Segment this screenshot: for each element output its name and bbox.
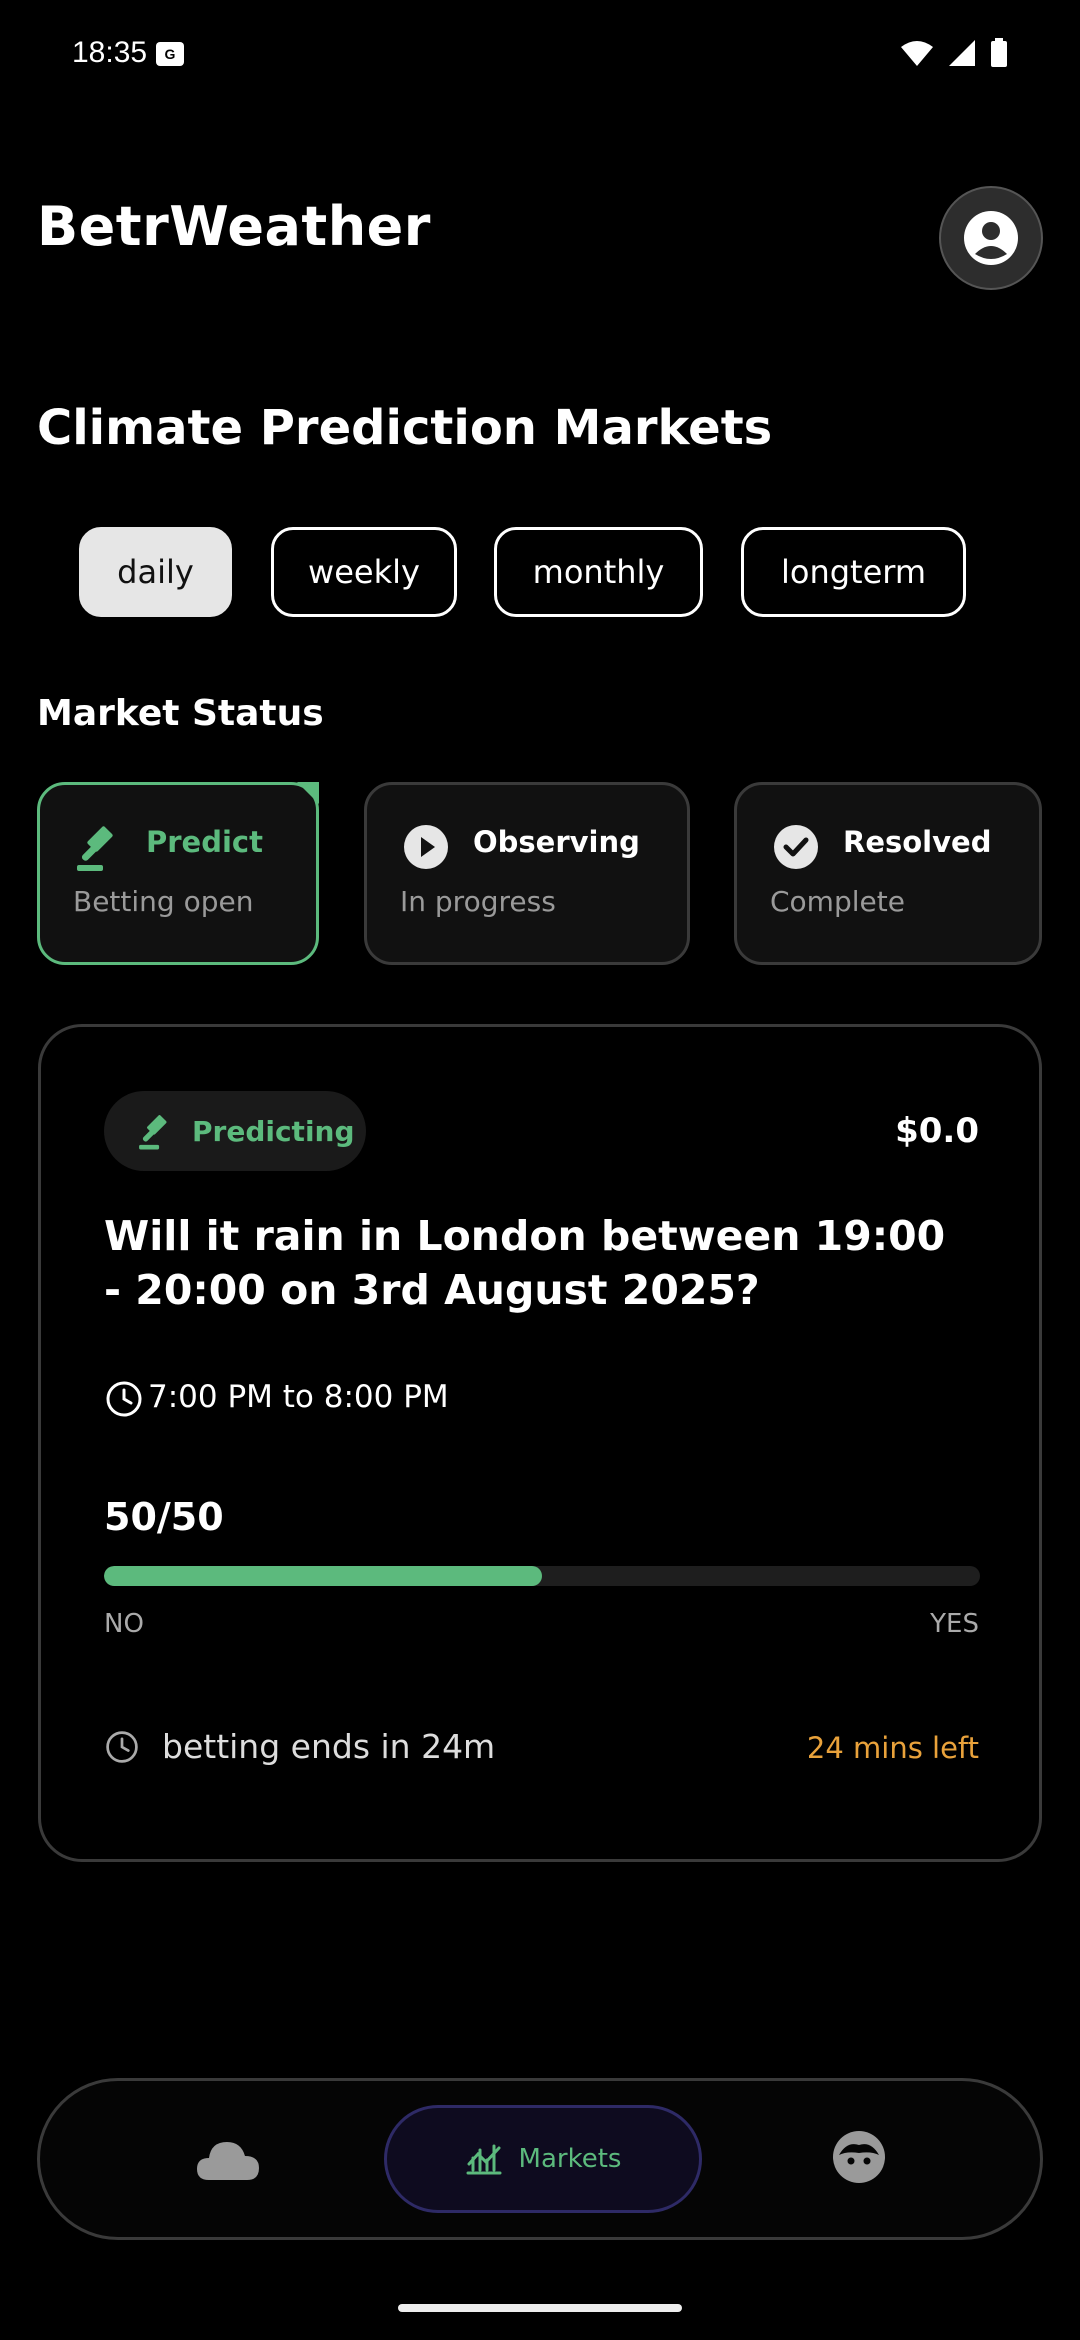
status-bar: 18:35 G	[0, 0, 1080, 110]
play-icon	[404, 825, 448, 869]
market-card[interactable]: Predicting $0.0 Will it rain in London b…	[38, 1024, 1042, 1862]
status-card-resolved[interactable]: Resolved Complete	[734, 782, 1042, 965]
market-status-title: Market Status	[37, 693, 324, 734]
tab-monthly[interactable]: monthly	[494, 527, 703, 617]
status-card-title: Observing	[473, 825, 640, 859]
label-no: NO	[104, 1609, 144, 1639]
status-pill-label: Predicting	[192, 1114, 355, 1148]
nav-markets[interactable]: Markets	[384, 2105, 702, 2213]
status-card-predict[interactable]: Predict Betting open	[37, 782, 319, 965]
selected-indicator	[297, 782, 319, 804]
tab-weekly[interactable]: weekly	[271, 527, 457, 617]
battery-icon	[991, 38, 1007, 67]
clock-icon	[106, 1730, 138, 1763]
time-window: 7:00 PM to 8:00 PM	[104, 1377, 449, 1417]
odds-bar-fill	[104, 1566, 542, 1586]
time-window-label: 7:00 PM to 8:00 PM	[148, 1379, 449, 1415]
bottom-nav: Markets	[37, 2078, 1043, 2240]
profile-button[interactable]	[939, 186, 1043, 290]
clock-icon	[106, 1381, 142, 1417]
app-title: BetrWeather	[37, 195, 431, 258]
status-card-observing[interactable]: Observing In progress	[364, 782, 690, 965]
label-yes: YES	[930, 1609, 979, 1639]
odds-ratio: 50/50	[104, 1495, 224, 1539]
time-left: 24 mins left	[806, 1731, 979, 1765]
page-title: Climate Prediction Markets	[37, 400, 773, 456]
market-price: $0.0	[895, 1111, 979, 1151]
betting-ends: betting ends in 24m	[104, 1727, 495, 1766]
signal-icon	[949, 40, 975, 66]
nav-markets-label: Markets	[518, 2144, 622, 2174]
nav-profile[interactable]	[829, 2127, 889, 2187]
status-card-title: Resolved	[843, 825, 992, 859]
market-question: Will it rain in London between 19:00 - 2…	[104, 1212, 946, 1314]
status-card-subtitle: In progress	[400, 885, 556, 918]
notification-icon: G	[156, 42, 184, 66]
status-time: 18:35	[72, 36, 148, 69]
odds-bar	[104, 1566, 980, 1586]
tab-daily[interactable]: daily	[79, 527, 232, 617]
status-card-subtitle: Betting open	[73, 885, 254, 918]
gavel-icon	[77, 826, 113, 871]
tab-longterm[interactable]: longterm	[741, 527, 966, 617]
chart-icon	[466, 2144, 502, 2175]
gavel-icon	[139, 1115, 167, 1150]
status-card-subtitle: Complete	[770, 885, 905, 918]
status-card-title: Predict	[146, 825, 263, 859]
wifi-icon	[901, 41, 933, 66]
status-icons	[900, 38, 1008, 68]
status-pill: Predicting	[104, 1091, 366, 1171]
home-indicator[interactable]	[398, 2304, 682, 2312]
check-icon	[774, 825, 818, 869]
face-icon	[833, 2131, 885, 2183]
nav-weather[interactable]	[193, 2131, 263, 2187]
betting-ends-label: betting ends in 24m	[162, 1727, 496, 1766]
cloud-icon	[197, 2142, 259, 2180]
user-icon	[964, 211, 1018, 265]
